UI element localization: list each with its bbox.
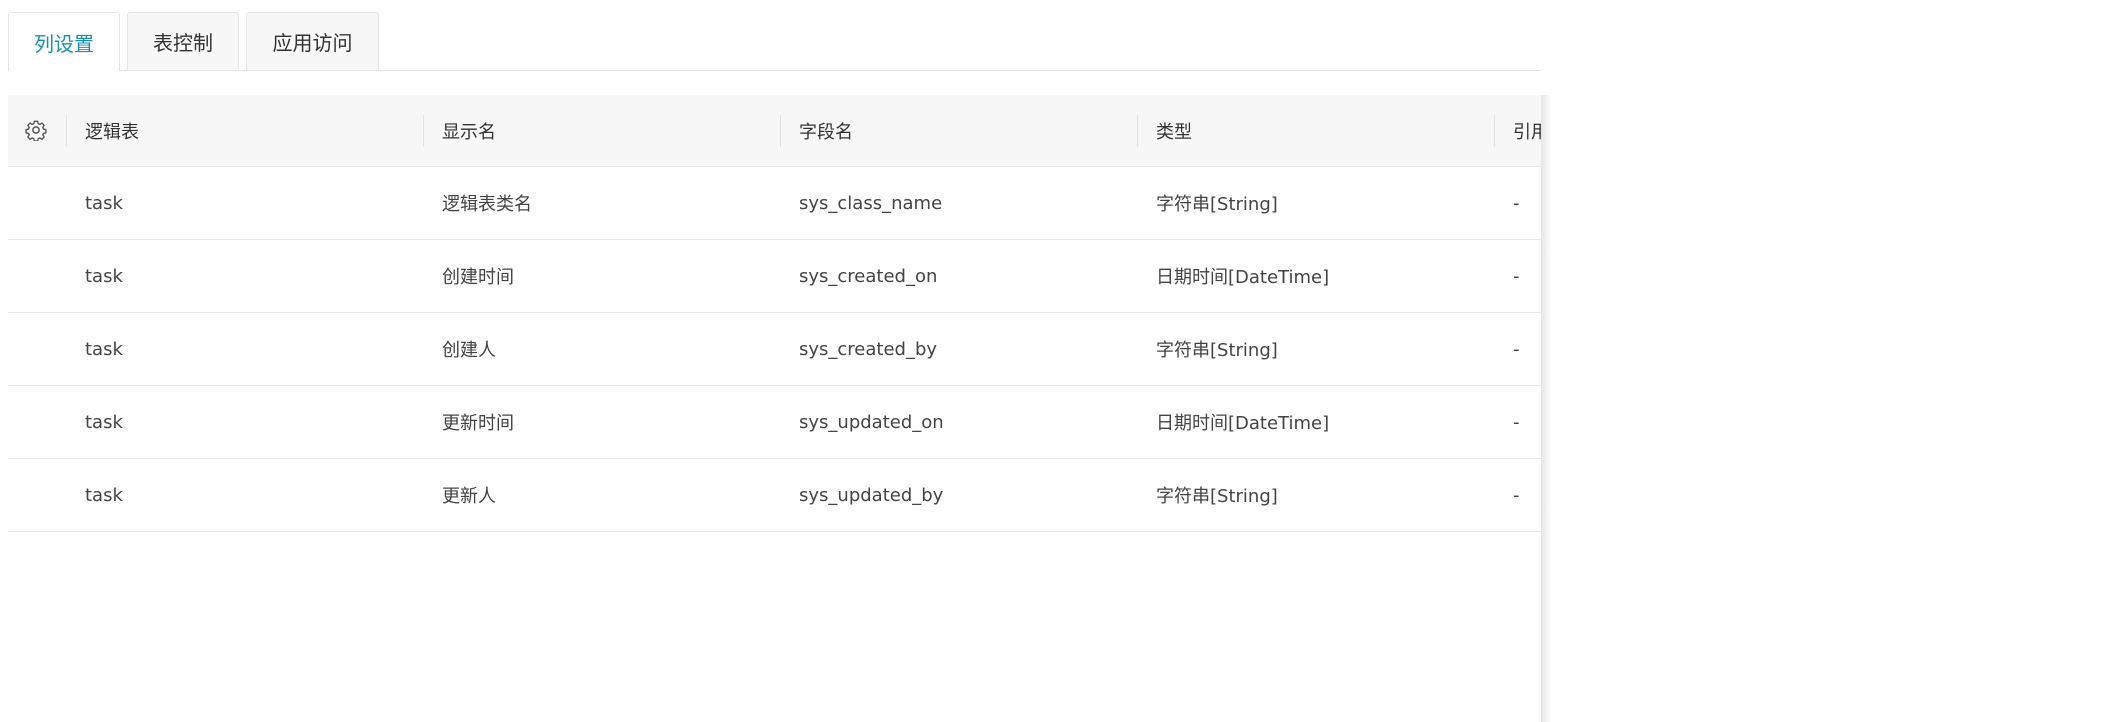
- column-settings-panel: 列设置 表控制 应用访问 逻辑表 显示名 字段名 类型 引用 task 逻辑表类…: [0, 0, 1551, 722]
- cell-field-name: sys_created_on: [799, 265, 938, 287]
- table-row[interactable]: task 更新时间 sys_updated_on 日期时间[DateTime] …: [8, 386, 1541, 459]
- table-scroll-shadow: [1541, 95, 1551, 722]
- column-header-type[interactable]: 类型: [1138, 95, 1495, 166]
- tab-app-access[interactable]: 应用访问: [246, 12, 379, 70]
- cell-type: 日期时间[DateTime]: [1156, 267, 1330, 288]
- cell-display-name: 更新人: [442, 486, 496, 507]
- cell-logical-table: task: [85, 265, 123, 287]
- gear-icon[interactable]: [25, 119, 47, 141]
- cell-reference: -: [1513, 338, 1520, 360]
- fields-table: 逻辑表 显示名 字段名 类型 引用 task 逻辑表类名 sys_class_n…: [8, 95, 1541, 722]
- cell-reference: -: [1513, 411, 1520, 433]
- cell-type: 字符串[String]: [1156, 486, 1278, 507]
- cell-field-name: sys_updated_by: [799, 484, 944, 506]
- table-row[interactable]: task 更新人 sys_updated_by 字符串[String] -: [8, 459, 1541, 532]
- table-row[interactable]: task 创建人 sys_created_by 字符串[String] -: [8, 313, 1541, 386]
- cell-reference: -: [1513, 265, 1520, 287]
- cell-logical-table: task: [85, 411, 123, 433]
- cell-reference: -: [1513, 484, 1520, 506]
- cell-type: 日期时间[DateTime]: [1156, 413, 1330, 434]
- cell-display-name: 创建人: [442, 340, 496, 361]
- tab-table-control[interactable]: 表控制: [127, 12, 239, 70]
- tabs-divider: [8, 70, 1541, 71]
- cell-type: 字符串[String]: [1156, 194, 1278, 215]
- table-header: 逻辑表 显示名 字段名 类型 引用: [8, 95, 1541, 167]
- table-row[interactable]: task 创建时间 sys_created_on 日期时间[DateTime] …: [8, 240, 1541, 313]
- table-row[interactable]: task 逻辑表类名 sys_class_name 字符串[String] -: [8, 167, 1541, 240]
- column-header-logical-table[interactable]: 逻辑表: [67, 95, 424, 166]
- cell-logical-table: task: [85, 192, 123, 214]
- cell-logical-table: task: [85, 338, 123, 360]
- cell-logical-table: task: [85, 484, 123, 506]
- column-header-display-name[interactable]: 显示名: [424, 95, 781, 166]
- cell-display-name: 创建时间: [442, 267, 514, 288]
- cell-type: 字符串[String]: [1156, 340, 1278, 361]
- cell-display-name: 更新时间: [442, 413, 514, 434]
- column-header-reference[interactable]: 引用: [1495, 95, 1541, 166]
- tab-column-settings[interactable]: 列设置: [8, 12, 120, 71]
- cell-field-name: sys_updated_on: [799, 411, 944, 433]
- cell-field-name: sys_class_name: [799, 192, 943, 214]
- column-header-field-name[interactable]: 字段名: [781, 95, 1138, 166]
- cell-reference: -: [1513, 192, 1520, 214]
- cell-display-name: 逻辑表类名: [442, 194, 532, 215]
- cell-field-name: sys_created_by: [799, 338, 938, 360]
